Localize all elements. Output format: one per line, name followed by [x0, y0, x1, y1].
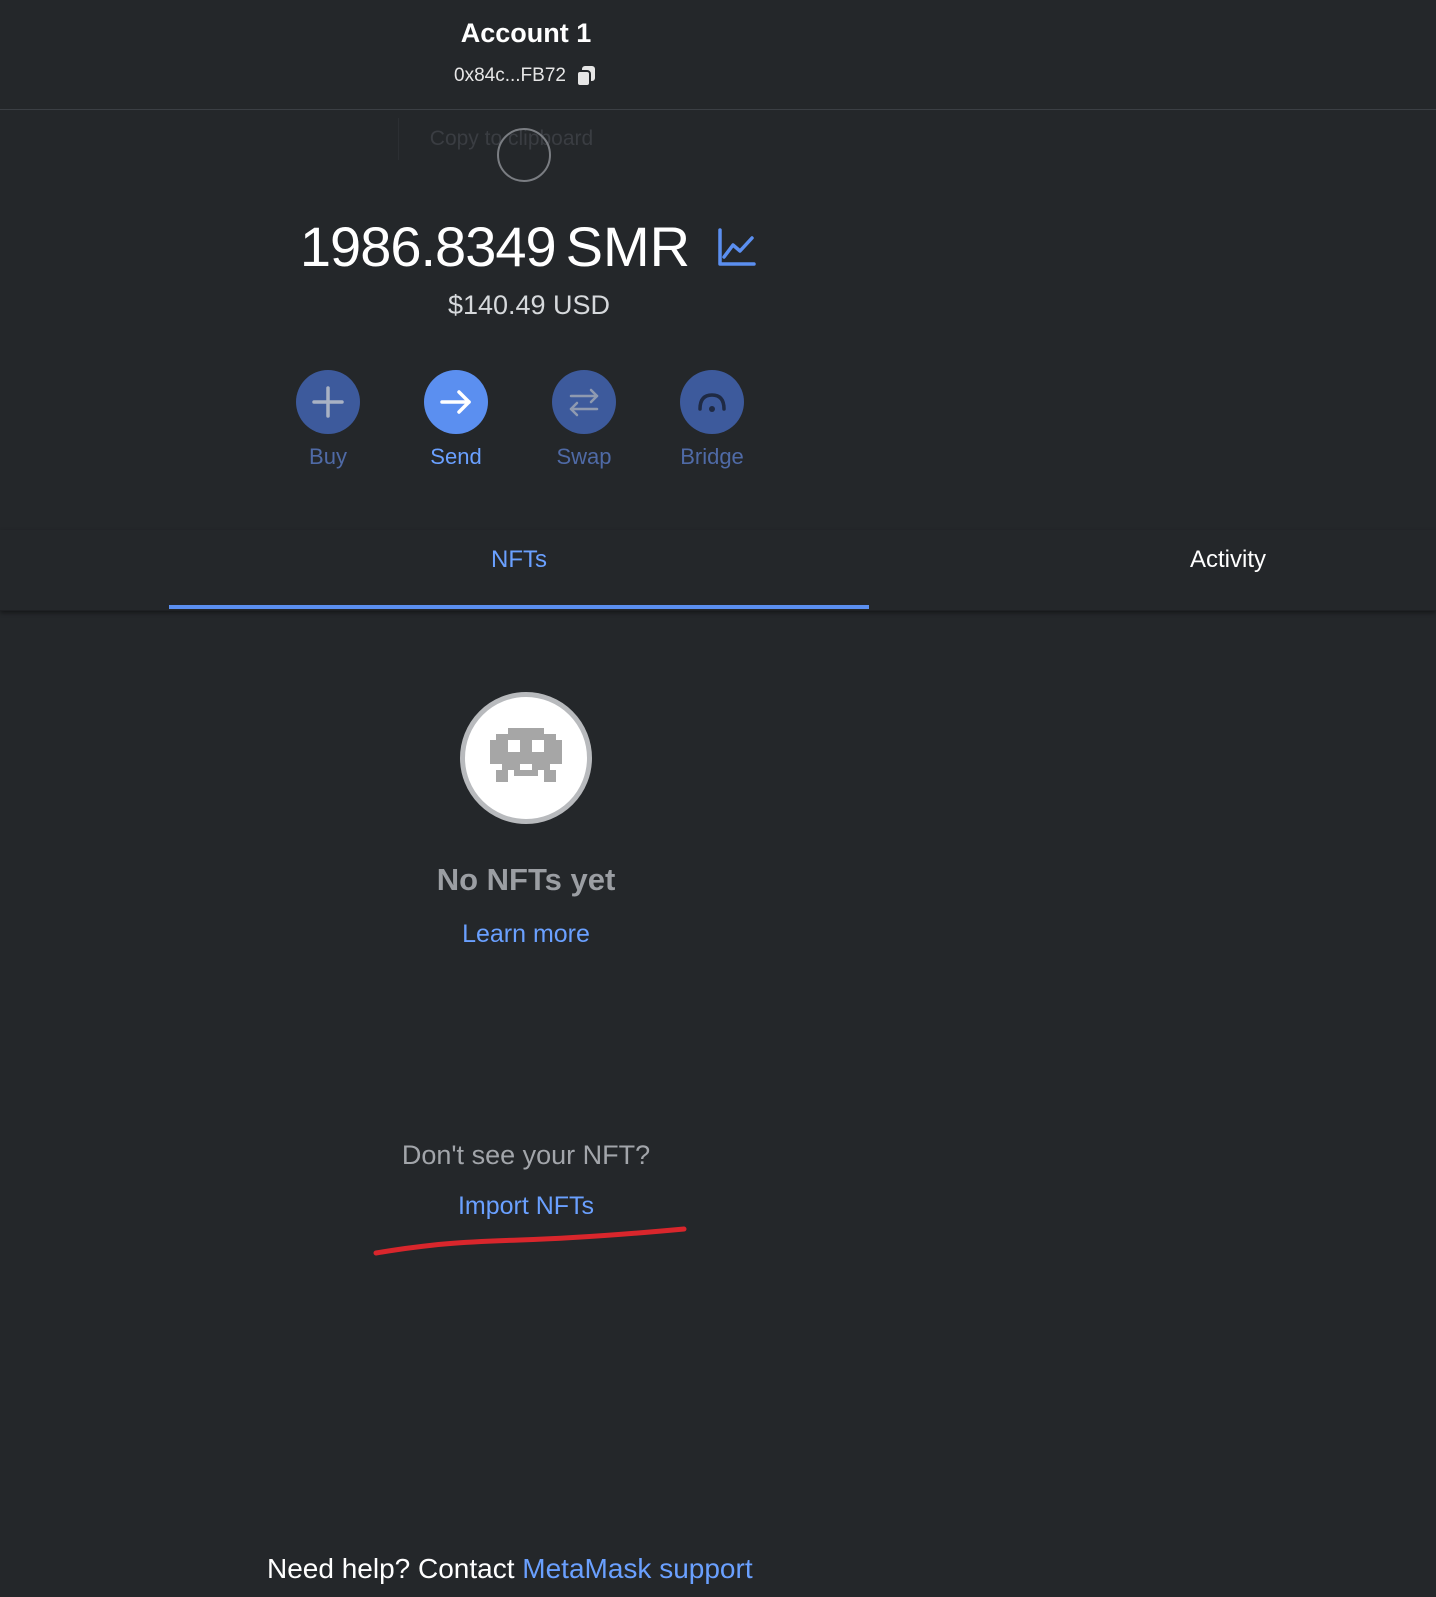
swap-arrows-icon — [552, 370, 616, 434]
bridge-label: Bridge — [680, 444, 744, 469]
arrow-right-icon — [424, 370, 488, 434]
send-label: Send — [430, 444, 482, 469]
account-header: Account 1 0x84c...FB72 — [0, 0, 1436, 110]
nft-placeholder-icon — [460, 692, 592, 824]
help-text: Need help? Contact — [267, 1553, 523, 1584]
account-name[interactable]: Account 1 — [0, 18, 1052, 49]
balance-currency: SMR — [565, 215, 691, 278]
wallet-page: Account 1 0x84c...FB72 Copy to clipboard… — [0, 0, 1436, 1597]
swap-label: Swap — [556, 444, 612, 469]
bridge-icon — [680, 370, 744, 434]
action-bar: Buy Send Swap Bridge — [296, 370, 744, 470]
plus-icon — [296, 370, 360, 434]
asset-tabs: NFTs Activity — [0, 530, 1436, 611]
empty-state-title: No NFTs yet — [436, 862, 616, 897]
portfolio-chart-icon[interactable] — [716, 226, 758, 268]
tab-nfts-underline — [169, 605, 869, 609]
copy-icon[interactable] — [574, 64, 598, 88]
help-footer: Need help? Contact MetaMask support — [267, 1553, 753, 1585]
address-row[interactable]: 0x84c...FB72 — [0, 64, 1052, 88]
buy-label: Buy — [309, 444, 347, 469]
tab-nfts[interactable]: NFTs — [169, 546, 869, 574]
red-underline-annotation — [373, 1226, 687, 1256]
cursor-ring-icon — [497, 128, 551, 182]
send-button[interactable]: Send — [424, 370, 488, 470]
bridge-button[interactable]: Bridge — [680, 370, 744, 470]
balance-amount: 1986.8349 — [299, 215, 557, 278]
buy-button[interactable]: Buy — [296, 370, 360, 470]
metamask-support-link[interactable]: MetaMask support — [522, 1553, 752, 1584]
learn-more-link[interactable]: Learn more — [0, 920, 1052, 949]
import-nfts-link[interactable]: Import NFTs — [0, 1192, 1052, 1221]
dont-see-nft-text: Don't see your NFT? — [401, 1140, 651, 1170]
tab-activity[interactable]: Activity — [1190, 546, 1266, 574]
account-address[interactable]: 0x84c...FB72 — [454, 65, 566, 87]
balance-row: 1986.8349 SMR — [0, 214, 1058, 279]
swap-button[interactable]: Swap — [552, 370, 616, 470]
fiat-balance: $140.49 USD — [447, 290, 611, 320]
